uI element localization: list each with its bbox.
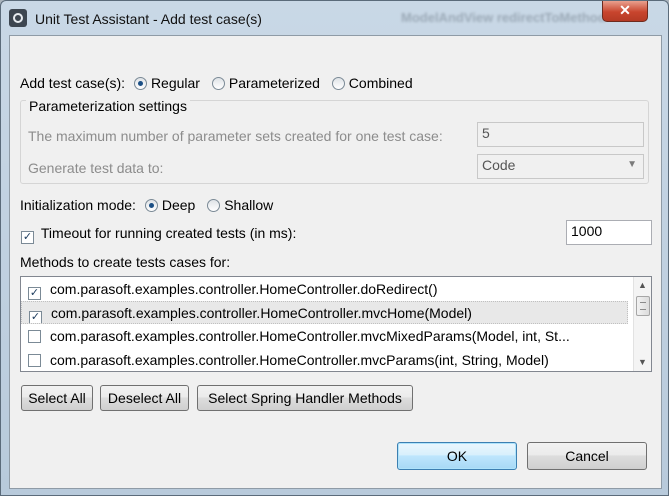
list-item[interactable]: ✓ com.parasoft.examples.controller.HomeCo… <box>21 301 628 324</box>
max-sets-input[interactable]: 5 <box>477 122 644 147</box>
methods-list[interactable]: ✓ com.parasoft.examples.controller.HomeCo… <box>20 276 652 372</box>
title-bar[interactable]: Unit Test Assistant - Add test case(s) M… <box>1 1 668 35</box>
method-checkbox[interactable] <box>28 330 41 343</box>
radio-shallow-label[interactable]: Shallow <box>224 197 273 213</box>
dialog-body: Add test case(s): Regular Parameterized … <box>9 35 662 489</box>
radio-parameterized[interactable]: Parameterized <box>211 75 320 91</box>
close-button[interactable]: ✕ <box>602 1 648 22</box>
cancel-button[interactable]: Cancel <box>527 442 647 470</box>
chevron-down-icon[interactable]: ▼ <box>627 159 637 170</box>
max-sets-label: The maximum number of parameter sets cre… <box>28 128 443 144</box>
list-item[interactable]: com.parasoft.examples.controller.HomeCon… <box>21 325 628 348</box>
dialog-window: Unit Test Assistant - Add test case(s) M… <box>0 0 669 496</box>
parameterization-title: Parameterization settings <box>26 98 190 114</box>
timeout-checkbox[interactable]: ✓ <box>21 231 34 244</box>
method-label[interactable]: com.parasoft.examples.controller.HomeCon… <box>50 328 570 344</box>
radio-deep-indicator[interactable] <box>144 199 158 212</box>
method-checkbox[interactable] <box>28 354 41 367</box>
generate-data-value: Code <box>482 157 516 173</box>
select-spring-handler-button[interactable]: Select Spring Handler Methods <box>197 385 413 411</box>
method-checkbox[interactable]: ✓ <box>28 287 41 300</box>
generate-data-label: Generate test data to: <box>28 160 164 176</box>
radio-parameterized-label[interactable]: Parameterized <box>229 75 320 91</box>
initialization-label: Initialization mode: <box>20 197 136 213</box>
add-test-cases-label: Add test case(s): <box>20 75 126 91</box>
background-window-text: ModelAndView redirectToMethod <box>401 10 606 25</box>
radio-combined[interactable]: Combined <box>331 75 413 91</box>
method-label[interactable]: com.parasoft.examples.controller.HomeCon… <box>50 352 549 368</box>
deselect-all-button[interactable]: Deselect All <box>100 385 189 411</box>
generate-data-select[interactable]: Code ▼ <box>477 154 644 179</box>
app-gear-icon <box>9 9 27 27</box>
radio-regular-label[interactable]: Regular <box>151 75 200 91</box>
timeout-row: ✓ Timeout for running created tests (in … <box>21 225 296 244</box>
timeout-label[interactable]: Timeout for running created tests (in ms… <box>41 225 296 241</box>
radio-shallow[interactable]: Shallow <box>207 197 273 213</box>
add-test-cases-row: Add test case(s): Regular Parameterized … <box>20 75 413 91</box>
ok-button[interactable]: OK <box>397 442 517 470</box>
scroll-thumb[interactable] <box>636 296 650 316</box>
timeout-input[interactable]: 1000 <box>566 220 652 245</box>
method-label[interactable]: com.parasoft.examples.controller.HomeCon… <box>50 281 438 297</box>
radio-deep[interactable]: Deep <box>144 197 195 213</box>
radio-regular[interactable]: Regular <box>133 75 200 91</box>
radio-deep-label[interactable]: Deep <box>162 197 195 213</box>
list-item[interactable]: ✓ com.parasoft.examples.controller.HomeCo… <box>21 278 628 301</box>
initialization-row: Initialization mode: Deep Shallow <box>20 197 273 213</box>
scroll-down-icon[interactable]: ▼ <box>634 354 651 371</box>
list-item[interactable]: com.parasoft.examples.controller.HomeCon… <box>21 349 628 371</box>
scroll-up-icon[interactable]: ▲ <box>634 277 651 294</box>
radio-regular-indicator[interactable] <box>133 77 147 90</box>
methods-scrollbar[interactable]: ▲ ▼ <box>633 277 651 371</box>
radio-shallow-indicator[interactable] <box>207 199 221 212</box>
method-checkbox[interactable]: ✓ <box>29 311 42 323</box>
window-title: Unit Test Assistant - Add test case(s) <box>35 11 262 27</box>
radio-parameterized-indicator[interactable] <box>211 77 225 90</box>
select-all-button[interactable]: Select All <box>21 385 93 411</box>
methods-label: Methods to create tests cases for: <box>20 254 231 270</box>
method-label[interactable]: com.parasoft.examples.controller.HomeCon… <box>51 305 472 321</box>
radio-combined-label[interactable]: Combined <box>349 75 413 91</box>
radio-combined-indicator[interactable] <box>331 77 345 90</box>
